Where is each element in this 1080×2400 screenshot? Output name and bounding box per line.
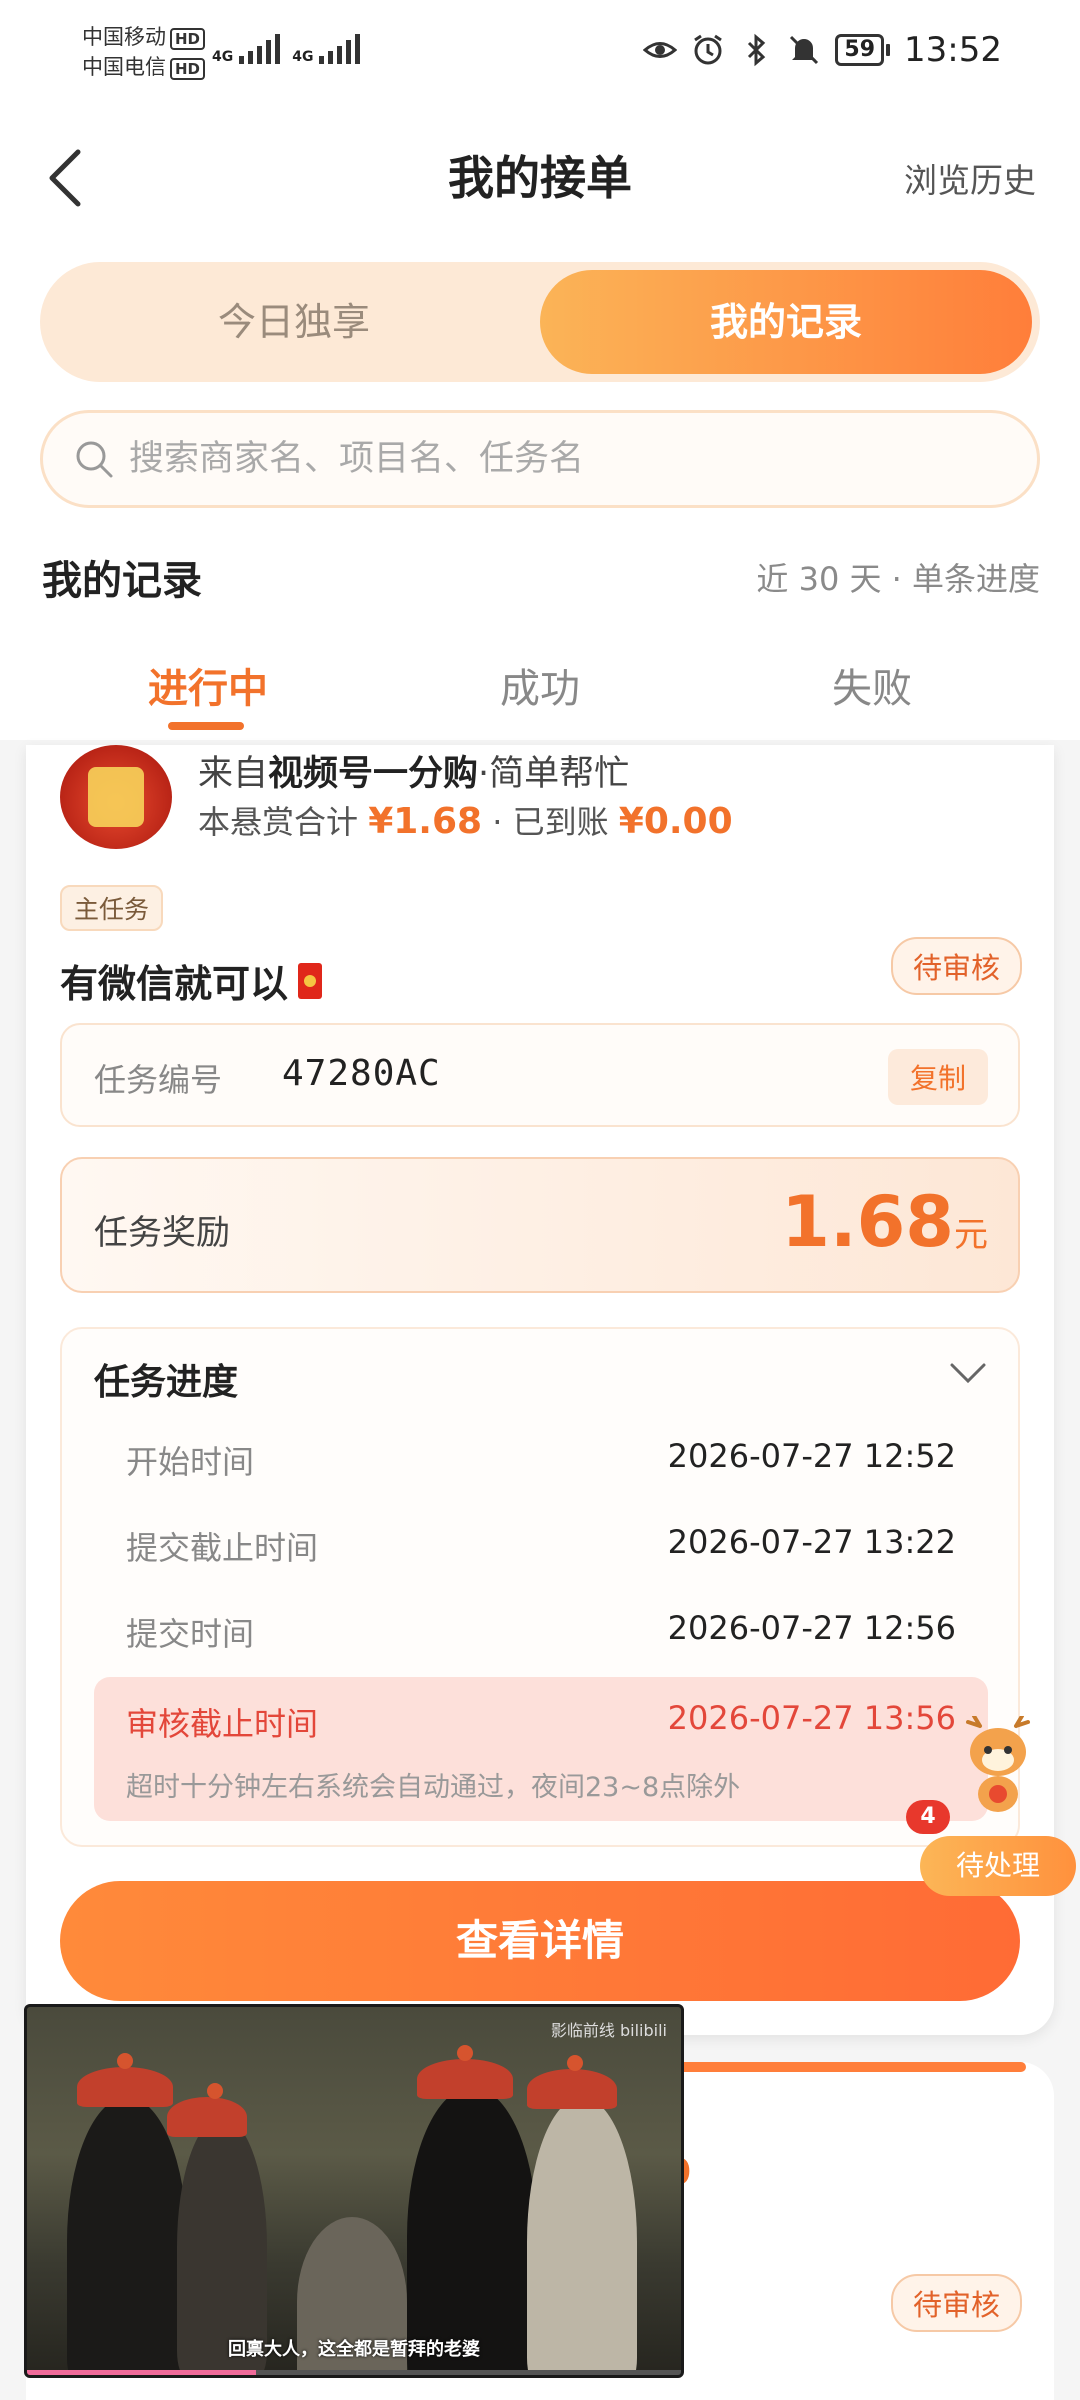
carrier-1: 中国移动 — [82, 25, 166, 49]
progress-title: 任务进度 — [94, 1362, 239, 1403]
tab-failed[interactable]: 失败 — [692, 656, 1052, 714]
reward-unit: 元 — [954, 1215, 988, 1255]
segment-control: 今日独享 我的记录 — [40, 262, 1040, 382]
carrier-2: 中国电信 — [82, 55, 166, 79]
task-number-box: 任务编号 47280AC 复制 — [60, 1023, 1020, 1127]
progress-panel: 任务进度 开始时间 2026-07-27 12:52 提交截止时间 2026-07-… — [60, 1327, 1020, 1847]
records-title: 我的记录 — [42, 558, 202, 604]
merchant-avatar — [60, 745, 172, 849]
task-number-label: 任务编号 — [94, 1061, 223, 1099]
nav-header: 我的接单 浏览历史 — [0, 110, 1080, 250]
task-name: 有微信就可以 — [60, 953, 323, 1008]
merchant-name: 视频号一分购 — [268, 754, 479, 794]
pip-video-player[interactable]: 影临前线 bilibili 回禀大人，这全都是暂拜的老婆 — [24, 2004, 684, 2378]
video-hat — [77, 2053, 173, 2107]
video-watermark: 影临前线 bilibili — [550, 2021, 667, 2040]
segment-today-exclusive[interactable]: 今日独享 — [48, 270, 540, 374]
records-filter[interactable]: 近 30 天 · 单条进度 — [756, 554, 1040, 600]
bounty-total: ¥1.68 — [368, 801, 483, 842]
status-tabs: 进行中 成功 失败 — [0, 640, 1080, 740]
view-details-button[interactable]: 查看详情 — [60, 1881, 1020, 2001]
chevron-down-icon[interactable] — [948, 1359, 988, 1389]
video-hat — [417, 2045, 513, 2099]
merchant-line: 来自视频号一分购·简单帮忙 — [198, 745, 629, 796]
video-hat — [167, 2083, 247, 2137]
mute-icon — [790, 35, 819, 65]
project-name: ·简单帮忙 — [478, 754, 630, 794]
tab-indicator — [168, 722, 244, 730]
hd-badge: HD — [170, 28, 206, 50]
main-task-tag: 主任务 — [60, 885, 164, 931]
audit-note: 超时十分钟左右系统会自动通过，夜间23~8点除外 — [126, 1772, 741, 1803]
arrived-amount: ¥0.00 — [618, 801, 733, 842]
reward-amount: 1.68元 — [781, 1181, 988, 1263]
from-prefix: 来自 — [198, 754, 269, 794]
reward-label: 任务奖励 — [94, 1213, 230, 1253]
battery-icon: 59 — [835, 34, 891, 66]
audit-deadline-value: 2026-07-27 13:56 — [667, 1699, 956, 1737]
search-bar — [40, 410, 1040, 508]
signal-icon: 4G — [292, 34, 361, 64]
video-hat — [527, 2055, 617, 2109]
bluetooth-icon — [748, 33, 766, 67]
audit-deadline: 审核截止时间 2026-07-27 13:56 超时十分钟左右系统会自动通过，夜… — [94, 1677, 988, 1821]
copy-button[interactable]: 复制 — [887, 1049, 988, 1105]
task-number-value: 47280AC — [282, 1053, 441, 1094]
video-progress-bar[interactable] — [27, 2370, 681, 2375]
status-badge: 待审核 — [890, 2274, 1022, 2332]
arrived-label: · 已到账 — [492, 803, 609, 841]
eye-icon — [643, 42, 678, 58]
reward-box: 任务奖励 1.68元 — [60, 1157, 1020, 1293]
task-card: 来自视频号一分购·简单帮忙 本悬赏合计 ¥1.68 · 已到账 ¥0.00 主任… — [26, 745, 1054, 2035]
bounty-line: 本悬赏合计 ¥1.68 · 已到账 ¥0.00 — [198, 797, 733, 843]
pending-count-badge: 4 — [906, 1800, 950, 1834]
hd-badge: HD — [170, 58, 206, 80]
search-input[interactable] — [129, 439, 1009, 479]
video-subtitle: 回禀大人，这全都是暂拜的老婆 — [228, 2339, 480, 2360]
signal-icon: 4G — [212, 34, 281, 64]
browse-history-link[interactable]: 浏览历史 — [904, 154, 1036, 202]
carrier-info: 中国移动 HD 中国电信 HD — [82, 22, 206, 82]
audit-deadline-label: 审核截止时间 — [126, 1705, 319, 1743]
bounty-label: 本悬赏合计 — [198, 803, 359, 841]
tab-in-progress[interactable]: 进行中 — [28, 656, 388, 714]
segment-my-records[interactable]: 我的记录 — [540, 270, 1032, 374]
red-envelope-icon — [298, 962, 323, 999]
video-progress-fill — [27, 2370, 256, 2375]
deer-mascot-icon[interactable] — [952, 1716, 1044, 1816]
status-badge: 待审核 — [890, 937, 1022, 995]
clock: 13:52 — [904, 30, 1002, 70]
tab-success[interactable]: 成功 — [360, 656, 720, 714]
signal-icons: 4G 4G — [212, 34, 361, 64]
alarm-icon — [694, 34, 723, 65]
search-icon — [76, 441, 113, 478]
pending-button[interactable]: 待处理 — [920, 1836, 1076, 1896]
status-bar: 中国移动 HD 中国电信 HD 4G 4G 59 13:52 — [0, 0, 1080, 110]
